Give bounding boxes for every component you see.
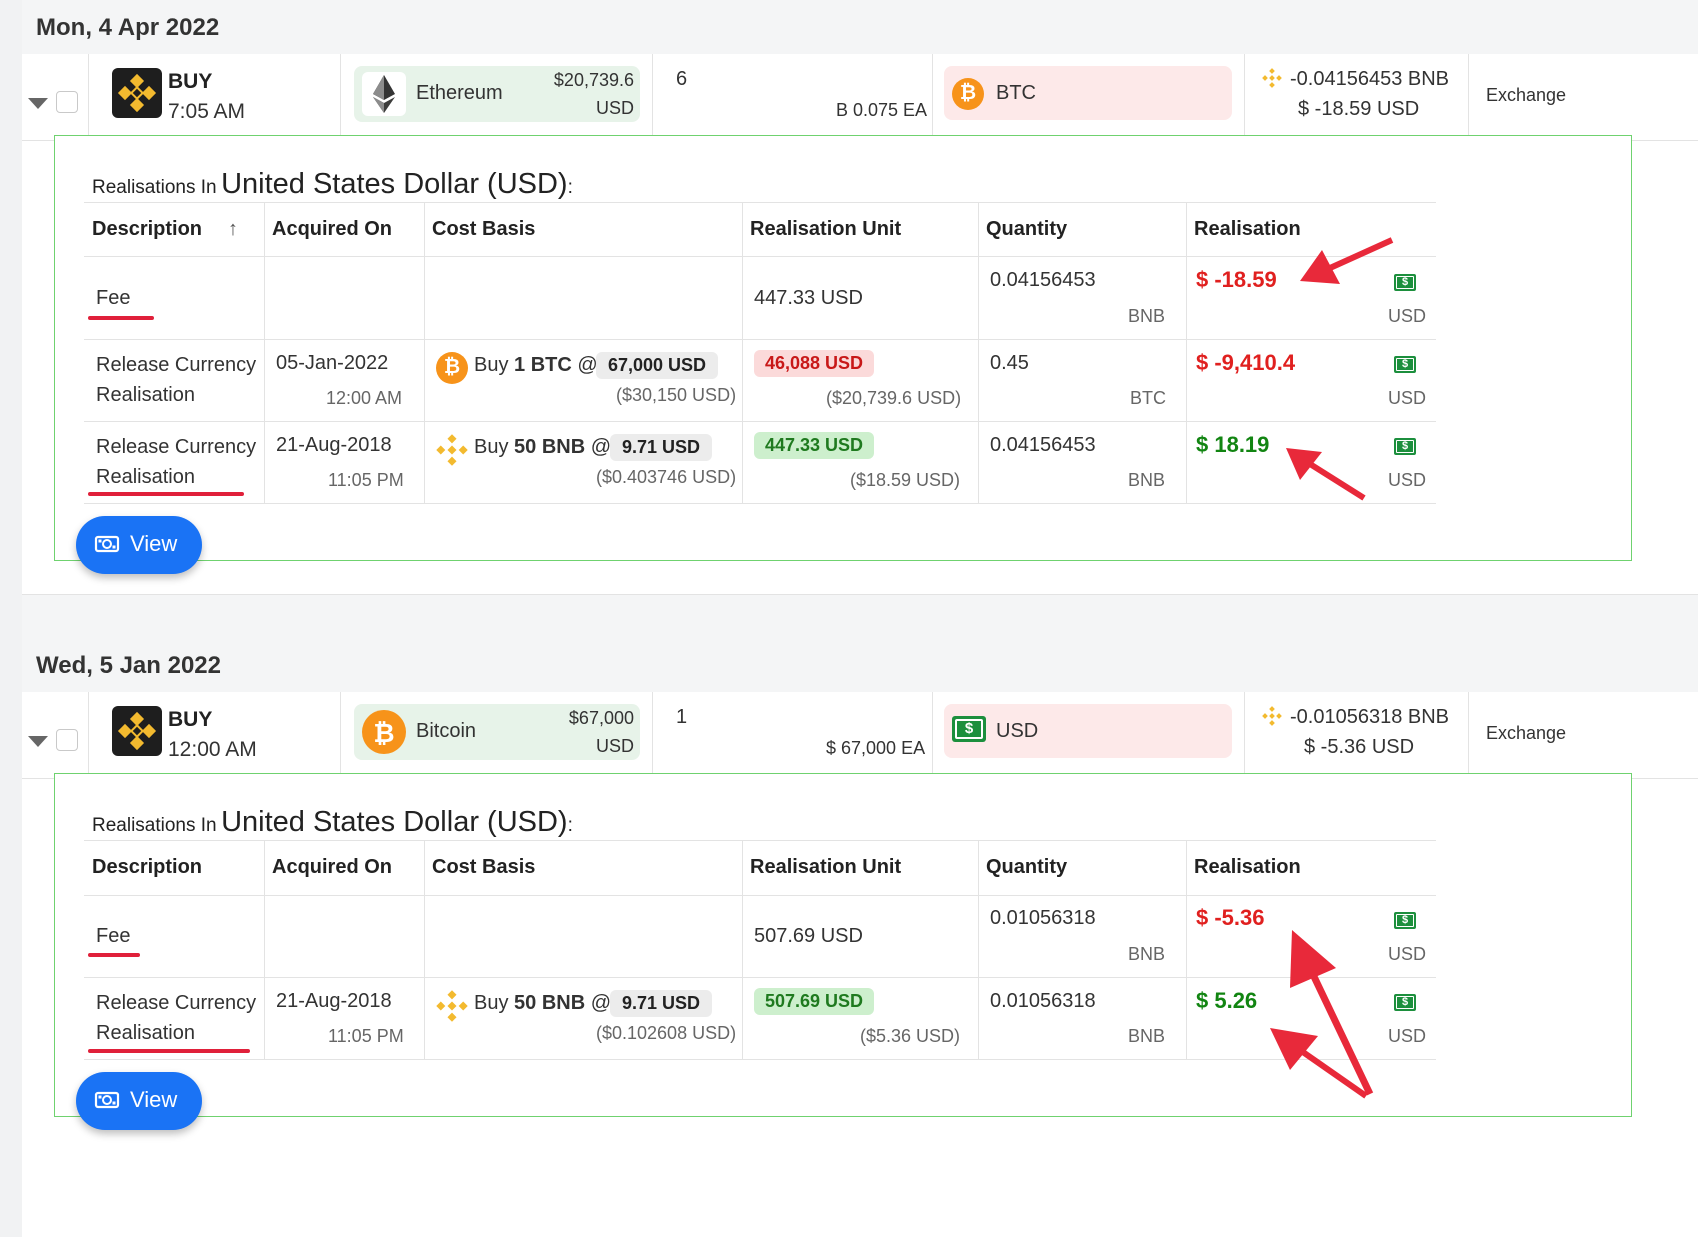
annotation-arrow-2: [1286, 448, 1366, 501]
cash-icon: $: [1394, 274, 1416, 291]
cash-icon: $: [1394, 994, 1416, 1011]
cash-icon: $: [1394, 438, 1416, 455]
annotation-arrow-1: [1300, 237, 1394, 284]
cash-icon: $: [1394, 912, 1416, 929]
annotation-arrows: [1270, 237, 1394, 1099]
cash-icon: $: [1394, 356, 1416, 373]
